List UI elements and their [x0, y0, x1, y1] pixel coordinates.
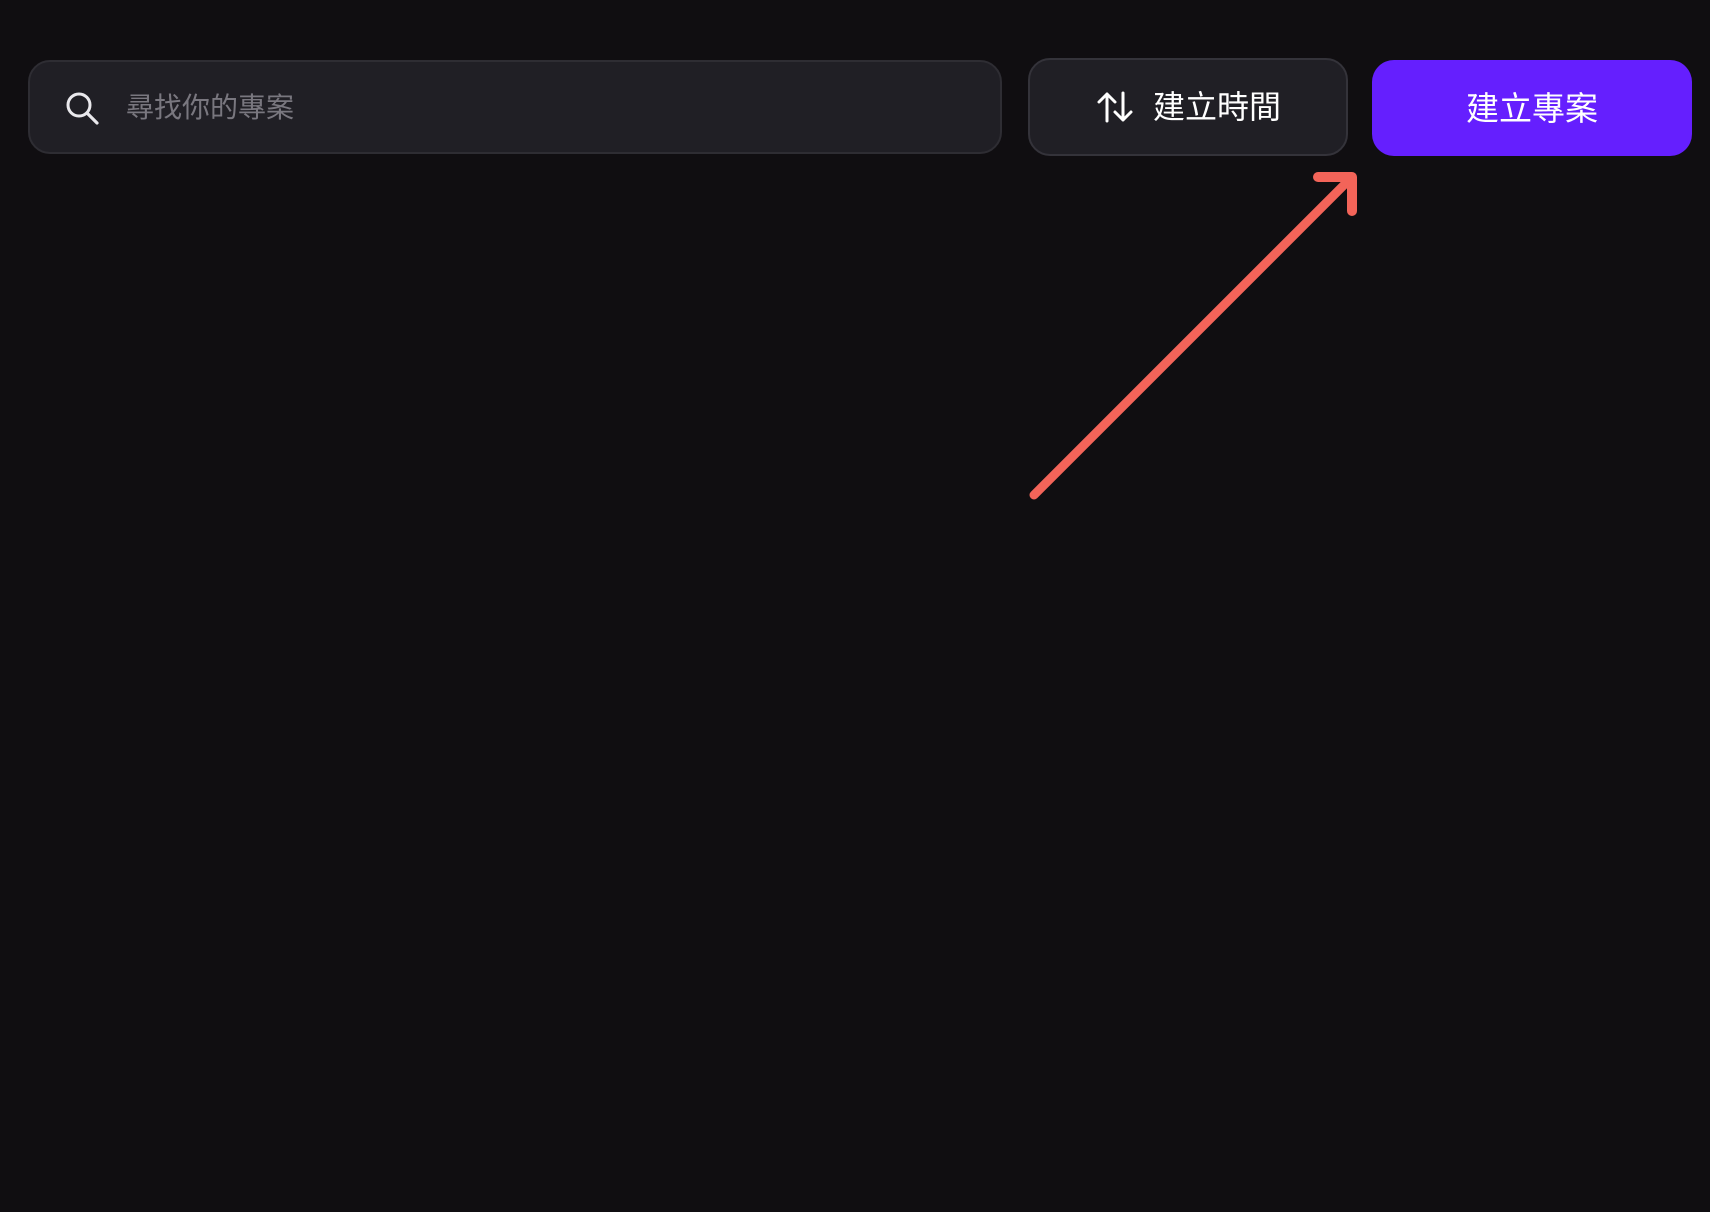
- sort-by-created-time-button[interactable]: 建立時間: [1028, 58, 1348, 156]
- search-input[interactable]: [126, 80, 966, 134]
- annotation-arrow: [1029, 172, 1357, 500]
- arrow-icon: [1029, 172, 1357, 500]
- projects-toolbar: 建立時間 建立專案: [0, 0, 1710, 170]
- sort-button-label: 建立時間: [1152, 88, 1281, 126]
- create-project-button-label: 建立專案: [1466, 88, 1598, 128]
- search-icon: [66, 92, 99, 125]
- create-project-button[interactable]: 建立專案: [1372, 60, 1692, 156]
- sort-arrows-icon: [1097, 91, 1133, 123]
- search-box[interactable]: [28, 60, 1002, 154]
